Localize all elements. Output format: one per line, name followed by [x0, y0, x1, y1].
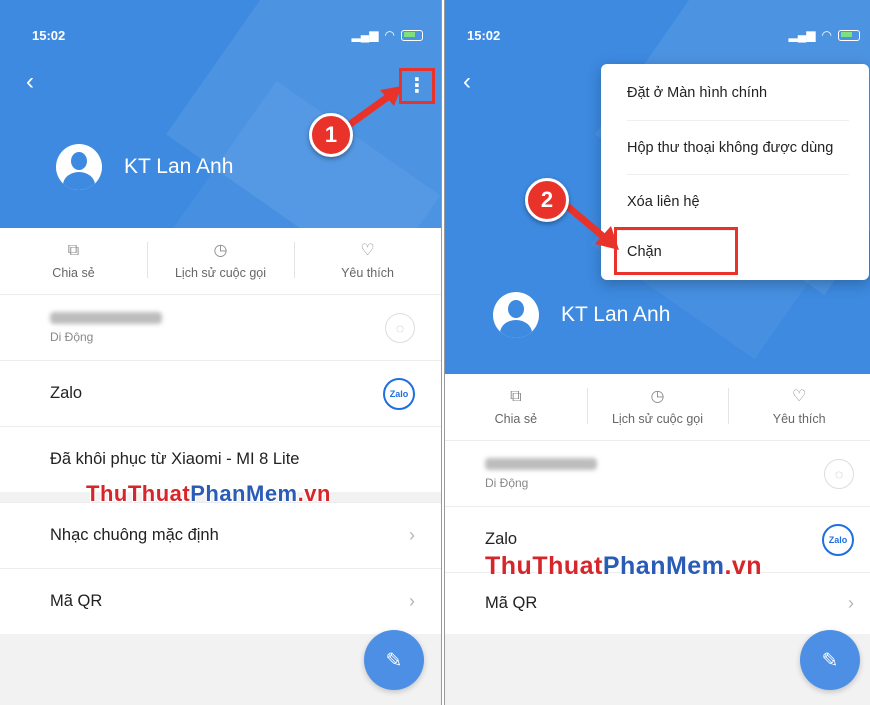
status-time: 15:02	[467, 28, 501, 43]
favorite-label: Yêu thích	[772, 412, 826, 426]
favorite-label: Yêu thích	[341, 266, 394, 280]
wifi-icon: ◠	[384, 28, 395, 42]
clock-icon: ◷	[213, 242, 228, 259]
signal-icon: ▂▄▆	[351, 28, 379, 42]
step-badge: 1	[309, 113, 353, 157]
contact-identity: KT Lan Anh	[493, 292, 670, 338]
avatar	[493, 292, 539, 338]
annotation-arrow	[563, 202, 619, 250]
share-label: Chia sẻ	[52, 266, 95, 280]
contact-name: KT Lan Anh	[561, 303, 671, 326]
qr-label: Mã QR	[485, 594, 538, 612]
call-history-action[interactable]: ◷ Lịch sử cuộc gọi	[147, 228, 294, 294]
share-icon: ⧉	[510, 388, 522, 405]
share-label: Chia sẻ	[494, 412, 538, 426]
favorite-action[interactable]: ♡ Yêu thích	[728, 374, 870, 440]
watermark: ThuThuatPhanMem.vn	[86, 481, 331, 506]
zalo-label: Zalo	[485, 530, 518, 548]
status-icons: ▂▄▆ ◠	[352, 28, 423, 42]
call-history-action[interactable]: ◷ Lịch sử cuộc gọi	[586, 374, 729, 440]
share-action[interactable]: ⧉ Chia sẻ	[445, 374, 587, 440]
restored-from-label: Đã khôi phục từ Xiaomi - MI 8 Lite	[50, 450, 300, 468]
favorite-action[interactable]: ♡ Yêu thích	[294, 228, 441, 294]
signal-icon: ▂▄▆	[788, 28, 816, 42]
zalo-icon[interactable]: Zalo	[383, 377, 415, 410]
chevron-right-icon: ›	[409, 591, 415, 611]
menu-item-voicemail[interactable]: Hộp thư thoại không được dùng	[627, 120, 849, 174]
chevron-right-icon: ›	[409, 525, 415, 545]
share-action[interactable]: ⧉ Chia sẻ	[0, 228, 147, 294]
phone-type-label: Di Động	[485, 475, 529, 490]
menu-item-delete-contact[interactable]: Xóa liên hệ	[627, 174, 849, 228]
qr-label: Mã QR	[50, 592, 103, 610]
clock-icon: ◷	[650, 388, 665, 405]
share-icon: ⧉	[67, 242, 80, 259]
right-phone-screen: 15:02 ▂▄▆ ◠ ‹ KT Lan Anh ⧉ Chia sẻ ◷ Lịc…	[445, 0, 870, 705]
wifi-icon: ◠	[821, 28, 832, 42]
ringtone-label: Nhạc chuông mặc định	[50, 526, 219, 544]
contact-actions: ⧉ Chia sẻ ◷ Lịch sử cuộc gọi ♡ Yêu thích	[445, 374, 870, 440]
contact-identity: KT Lan Anh	[56, 144, 233, 190]
heart-icon: ♡	[792, 388, 807, 405]
call-history-label: Lịch sử cuộc gọi	[174, 266, 267, 280]
status-icons: ▂▄▆ ◠	[789, 28, 860, 42]
phone-row[interactable]: Di Động ◌	[445, 440, 870, 506]
zalo-row[interactable]: Zalo Zalo	[0, 360, 441, 426]
edit-icon: ✎	[821, 649, 839, 672]
message-icon[interactable]: ◌	[824, 458, 854, 489]
back-button[interactable]: ‹	[26, 70, 34, 94]
step-badge: 2	[525, 178, 569, 222]
back-button[interactable]: ‹	[463, 70, 471, 94]
contact-actions: ⧉ Chia sẻ ◷ Lịch sử cuộc gọi ♡ Yêu thích	[0, 228, 441, 294]
status-time: 15:02	[32, 28, 66, 43]
overflow-menu: Đặt ở Màn hình chính Hộp thư thoại không…	[601, 64, 869, 280]
call-history-label: Lịch sử cuộc gọi	[611, 412, 704, 426]
blurred-phone-number	[485, 457, 597, 470]
zalo-label: Zalo	[50, 384, 83, 402]
qr-row[interactable]: Mã QR ›	[0, 568, 441, 634]
edit-contact-button[interactable]: ✎	[800, 630, 860, 690]
qr-row[interactable]: Mã QR ›	[445, 572, 870, 634]
contact-name: KT Lan Anh	[124, 155, 234, 178]
phone-row[interactable]: Di Động ◌	[0, 294, 441, 360]
battery-icon	[401, 29, 423, 41]
menu-item-block[interactable]: Chặn	[614, 227, 738, 275]
watermark: ThuThuatPhanMem.vn	[485, 552, 763, 580]
phone-type-label: Di Động	[50, 329, 94, 344]
message-icon[interactable]: ◌	[385, 312, 415, 343]
edit-icon: ✎	[385, 649, 403, 672]
heart-icon: ♡	[360, 242, 375, 259]
battery-icon	[838, 29, 860, 41]
zalo-icon[interactable]: Zalo	[822, 523, 854, 556]
blurred-phone-number	[50, 311, 162, 324]
edit-contact-button[interactable]: ✎	[364, 630, 424, 690]
chevron-right-icon: ›	[848, 593, 854, 613]
avatar	[56, 144, 102, 190]
menu-item-add-to-home[interactable]: Đặt ở Màn hình chính	[627, 66, 849, 120]
left-phone-screen: 15:02 ▂▄▆ ◠ ‹ ⋮ KT Lan Anh ⧉ Chia sẻ ◷ L…	[0, 0, 441, 705]
ringtone-row[interactable]: Nhạc chuông mặc định ›	[0, 502, 441, 568]
